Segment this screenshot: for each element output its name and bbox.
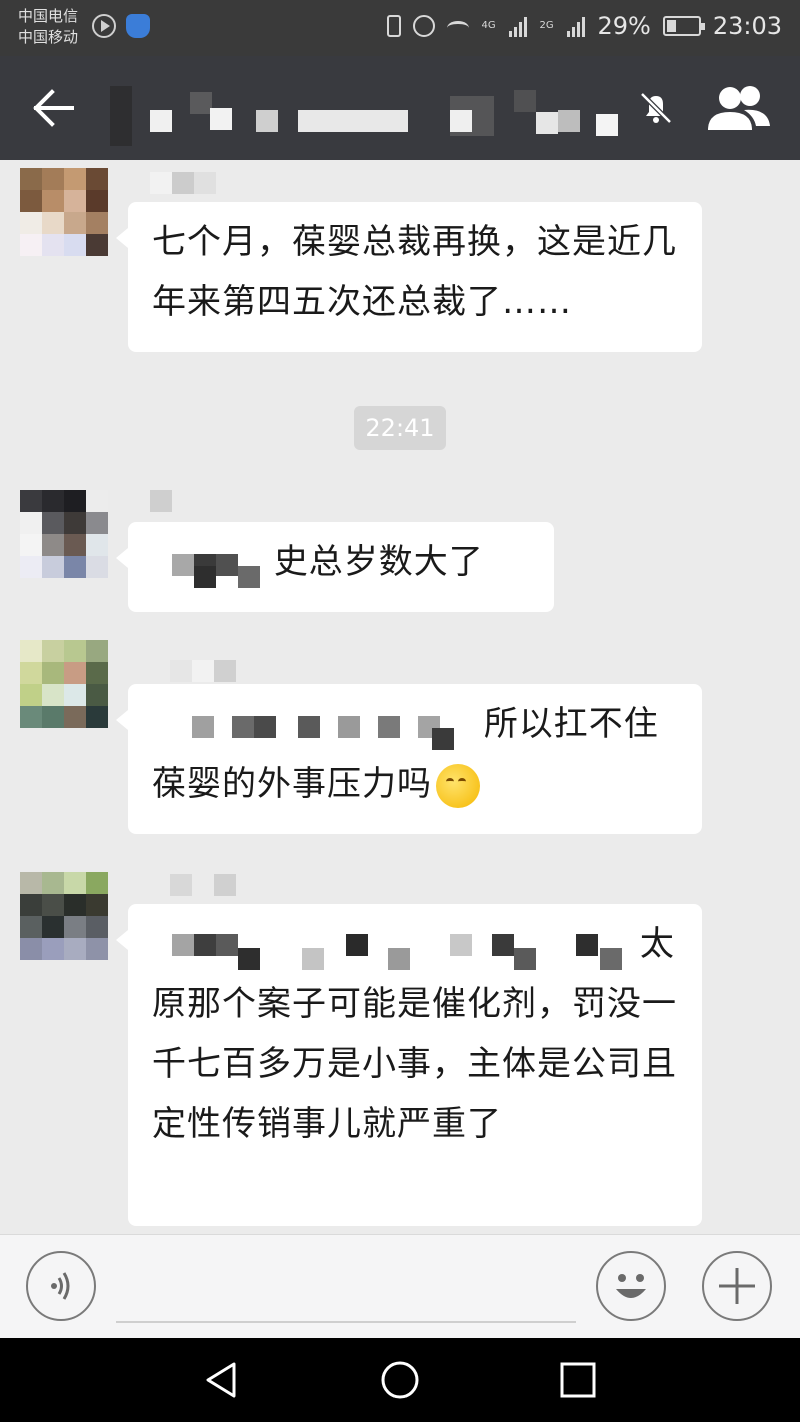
message-bubble[interactable]: 所以扛不住葆婴的外事压力吗 [116, 684, 702, 834]
carrier-2-label: 中国移动 [18, 28, 79, 46]
shield-icon [126, 14, 150, 38]
play-icon [92, 14, 116, 38]
message-text: 史总岁数大了 [273, 542, 484, 582]
bell-off-icon [640, 92, 672, 124]
voice-icon[interactable] [26, 1251, 96, 1321]
sender-name-redacted [170, 874, 240, 896]
wifi-icon [447, 21, 470, 35]
message-list[interactable]: 七个月，葆婴总裁再换，这是近几年来第四五次还总裁了…… 22:41 史总岁数大了… [0, 160, 800, 1234]
carrier-labels: 中国电信 中国移动 [18, 6, 78, 48]
system-indicators: 4G 2G 29% 23:03 [387, 12, 782, 40]
network-type-2: 2G [539, 20, 554, 31]
clock: 23:03 [712, 12, 782, 40]
chat-header [0, 56, 800, 160]
smiley-icon[interactable] [596, 1251, 666, 1321]
signal-2-icon [567, 15, 586, 37]
message-input[interactable] [116, 1259, 576, 1323]
avatar[interactable] [20, 168, 108, 256]
message-bubble[interactable]: 史总岁数大了 [116, 522, 554, 612]
sender-name-redacted [170, 660, 240, 682]
arrow-left-icon[interactable] [30, 88, 76, 128]
battery-icon [662, 16, 705, 36]
avatar[interactable] [20, 872, 108, 960]
thinking-face-icon [436, 763, 480, 808]
avatar[interactable] [20, 640, 108, 728]
message-bubble[interactable]: 七个月，葆婴总裁再换，这是近几年来第四五次还总裁了…… [116, 202, 702, 352]
battery-fill [666, 20, 676, 32]
notification-icons [92, 14, 150, 38]
vibrate-icon [387, 15, 402, 37]
carrier-1-label: 中国电信 [18, 7, 79, 25]
plus-icon[interactable] [702, 1251, 772, 1321]
avatar[interactable] [20, 490, 108, 578]
group-members-icon[interactable] [704, 84, 772, 132]
sender-name-redacted [150, 490, 180, 512]
alarm-icon [413, 15, 436, 37]
mention-redacted [152, 706, 472, 750]
status-bar: 中国电信 中国移动 4G 2G 29% 23:03 [0, 0, 800, 56]
square-recents-icon[interactable] [558, 1360, 598, 1400]
triangle-back-icon[interactable] [202, 1360, 242, 1400]
message-text: 七个月，葆婴总裁再换，这是近几年来第四五次还总裁了…… [152, 222, 677, 322]
chat-title-redacted [110, 86, 650, 146]
sender-name-redacted [150, 172, 230, 194]
signal-1-icon [509, 15, 528, 37]
circle-home-icon[interactable] [380, 1360, 420, 1400]
mention-redacted [152, 926, 628, 970]
battery-percent: 29% [597, 12, 651, 40]
timestamp: 22:41 [354, 406, 446, 450]
system-nav-bar [0, 1338, 800, 1422]
input-bar [0, 1234, 800, 1338]
message-bubble[interactable]: 太原那个案子可能是催化剂，罚没一千七百多万是小事，主体是公司且定性传销事儿就严重… [116, 904, 702, 1226]
network-type-1: 4G [481, 20, 496, 31]
mention-redacted [152, 544, 262, 588]
